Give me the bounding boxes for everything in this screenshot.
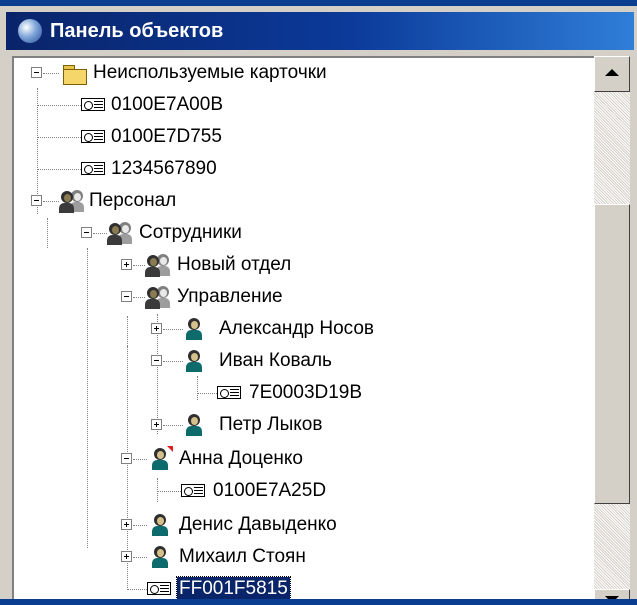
title-bar[interactable]: Панель объектов bbox=[6, 12, 634, 50]
tree-line bbox=[133, 525, 147, 526]
card-icon bbox=[147, 577, 173, 601]
tree-line bbox=[133, 459, 147, 460]
tree-line bbox=[127, 316, 128, 346]
tree-item-card-selected[interactable]: FF001F5815 bbox=[127, 574, 427, 601]
tree-line bbox=[127, 589, 147, 590]
person-icon bbox=[181, 317, 207, 341]
window-title: Панель объектов bbox=[50, 20, 224, 42]
object-tree[interactable]: Неиспользуемые карточки 0100E7A00B 0100E… bbox=[12, 56, 594, 601]
window-top-edge bbox=[0, 0, 637, 6]
expand-toggle[interactable] bbox=[121, 259, 132, 270]
tree-line bbox=[37, 137, 81, 138]
tree-item-person[interactable]: Михаил Стоян bbox=[121, 542, 467, 572]
collapse-toggle[interactable] bbox=[31, 67, 42, 78]
tree-item-label: FF001F5815 bbox=[176, 576, 291, 601]
tree-line bbox=[163, 361, 183, 362]
scrollbar-thumb[interactable] bbox=[594, 204, 630, 504]
tree-item-new-department[interactable]: Новый отдел bbox=[121, 250, 447, 280]
person-icon bbox=[181, 413, 207, 437]
tree-line bbox=[133, 265, 145, 266]
collapse-toggle[interactable] bbox=[121, 291, 132, 302]
tree-item-card[interactable]: 0100E7D755 bbox=[37, 122, 357, 152]
tree-item-label: 0100E7D755 bbox=[111, 126, 222, 147]
scroll-up-button[interactable] bbox=[594, 56, 630, 92]
window-bottom-edge bbox=[0, 599, 637, 605]
tree-line bbox=[37, 105, 81, 106]
tree-item-card[interactable]: 7E0003D19B bbox=[197, 378, 497, 408]
person-icon bbox=[147, 513, 173, 537]
tree-item-person[interactable]: Александр Носов bbox=[151, 314, 497, 344]
tree-line bbox=[163, 425, 183, 426]
tree-item-label: Сотрудники bbox=[139, 222, 242, 243]
card-icon bbox=[81, 125, 107, 149]
collapse-toggle[interactable] bbox=[81, 227, 92, 238]
expand-toggle[interactable] bbox=[151, 323, 162, 334]
tree-item-label: 7E0003D19B bbox=[249, 382, 363, 403]
tree-item-label: Новый отдел bbox=[177, 254, 292, 275]
tree-item-employees[interactable]: Сотрудники bbox=[81, 218, 407, 248]
tree-item-card[interactable]: 0100E7A25D bbox=[157, 476, 457, 506]
tree-item-card[interactable]: 0100E7A00B bbox=[37, 90, 357, 120]
tree-line bbox=[93, 233, 107, 234]
tree-item-person[interactable]: Денис Давыденко bbox=[121, 510, 467, 540]
card-icon bbox=[217, 381, 243, 405]
tree-item-label: Неиспользуемые карточки bbox=[93, 62, 327, 83]
group-icon bbox=[107, 221, 133, 245]
tree-item-label: Михаил Стоян bbox=[179, 546, 306, 567]
tree-item-management[interactable]: Управление bbox=[121, 282, 447, 312]
tree-line bbox=[43, 73, 59, 74]
tree-item-label: Персонал bbox=[89, 190, 177, 211]
expand-toggle[interactable] bbox=[121, 519, 132, 530]
collapse-toggle[interactable] bbox=[31, 195, 42, 206]
group-icon bbox=[145, 253, 171, 277]
group-icon bbox=[59, 189, 85, 213]
tree-item-label: Александр Носов bbox=[219, 318, 375, 339]
tree-item-label: 1234567890 bbox=[111, 158, 217, 179]
person-icon bbox=[147, 545, 173, 569]
card-icon bbox=[81, 93, 107, 117]
tree-line bbox=[163, 329, 183, 330]
person-flag-icon bbox=[147, 446, 173, 471]
card-icon bbox=[181, 479, 207, 503]
expand-toggle[interactable] bbox=[121, 551, 132, 562]
tree-item-label: Денис Давыденко bbox=[179, 514, 337, 535]
object-panel-window: Панель объектов Неиспользуемые карточки bbox=[0, 0, 637, 605]
vertical-scrollbar[interactable] bbox=[594, 56, 630, 603]
collapse-toggle[interactable] bbox=[151, 355, 162, 366]
tree-line bbox=[133, 557, 147, 558]
tree-item-person[interactable]: Петр Лыков bbox=[151, 410, 497, 440]
tree-item-person[interactable]: Иван Коваль bbox=[151, 346, 497, 376]
tree-item-label: Управление bbox=[177, 286, 283, 307]
tree-line bbox=[87, 248, 88, 548]
tree-line bbox=[43, 201, 59, 202]
tree-line bbox=[133, 297, 145, 298]
group-icon bbox=[145, 285, 171, 309]
tree-line bbox=[37, 169, 81, 170]
tree-line bbox=[197, 393, 217, 394]
tree-item-label: Иван Коваль bbox=[219, 350, 332, 371]
globe-icon bbox=[18, 19, 42, 43]
collapse-toggle[interactable] bbox=[121, 453, 132, 464]
card-icon bbox=[81, 157, 107, 181]
tree-item-person[interactable]: Анна Доценко bbox=[121, 444, 467, 474]
tree-line bbox=[157, 491, 181, 492]
expand-toggle[interactable] bbox=[151, 419, 162, 430]
tree-item-card[interactable]: 1234567890 bbox=[37, 154, 357, 184]
tree-item-label: Анна Доценко bbox=[179, 448, 303, 469]
tree-item-label: Петр Лыков bbox=[219, 414, 323, 435]
tree-item-unused-cards[interactable]: Неиспользуемые карточки bbox=[31, 58, 457, 88]
tree-item-label: 0100E7A25D bbox=[213, 480, 327, 501]
tree-line bbox=[47, 218, 48, 248]
arrow-up-icon bbox=[605, 69, 619, 76]
folder-icon bbox=[61, 61, 87, 85]
tree-item-label: 0100E7A00B bbox=[111, 94, 223, 115]
person-icon bbox=[181, 349, 207, 373]
tree-item-personnel[interactable]: Персонал bbox=[31, 186, 357, 216]
